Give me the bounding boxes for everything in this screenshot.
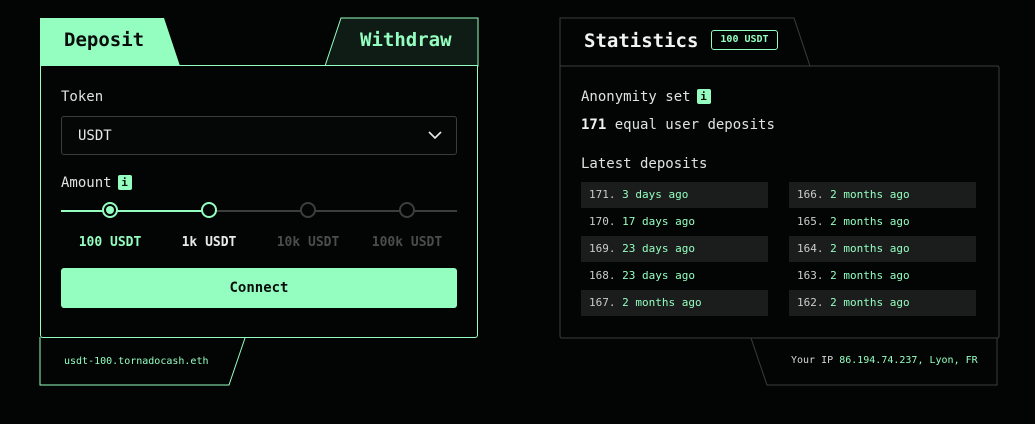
deposit-row: 171. 3 days ago bbox=[581, 182, 768, 208]
slider-track bbox=[209, 210, 457, 212]
deposit-number: 164. bbox=[797, 242, 824, 255]
deposit-age: 23 days ago bbox=[622, 242, 695, 255]
knob-selected-dot bbox=[106, 206, 114, 214]
ip-prefix: Your IP bbox=[791, 355, 834, 366]
deposit-age: 2 months ago bbox=[830, 188, 910, 201]
slider-track-active bbox=[61, 210, 209, 212]
deposit-number: 170. bbox=[589, 215, 616, 228]
amount-knob-10k[interactable] bbox=[300, 202, 316, 218]
deposit-age: 2 months ago bbox=[830, 296, 910, 309]
token-select-value: USDT bbox=[78, 128, 112, 144]
deposit-number: 163. bbox=[797, 269, 824, 282]
amount-option-label: 100k USDT bbox=[371, 235, 443, 250]
anonymity-row: Anonymity set i bbox=[581, 89, 711, 105]
deposit-row: 167. 2 months ago bbox=[581, 290, 768, 316]
ip-info: Your IP 86.194.74.237, Lyon, FR bbox=[791, 355, 978, 366]
amount-option-label: 10k USDT bbox=[276, 235, 340, 250]
tab-deposit[interactable]: Deposit bbox=[40, 18, 180, 66]
deposit-number: 169. bbox=[589, 242, 616, 255]
deposit-age: 23 days ago bbox=[622, 269, 695, 282]
amount-knob-100[interactable] bbox=[102, 202, 118, 218]
amount-knob-100k[interactable] bbox=[399, 202, 415, 218]
tab-deposit-label: Deposit bbox=[64, 29, 145, 51]
deposit-row: 170. 17 days ago bbox=[581, 209, 768, 235]
deposit-number: 168. bbox=[589, 269, 616, 282]
anonymity-count: 171 bbox=[581, 117, 607, 133]
statistics-title: Statistics bbox=[584, 30, 699, 52]
token-label: Token bbox=[61, 89, 104, 105]
amount-option-label[interactable]: 100 USDT bbox=[60, 235, 160, 250]
info-icon[interactable]: i bbox=[696, 89, 711, 104]
connect-button[interactable]: Connect bbox=[61, 268, 457, 308]
deposit-age: 2 months ago bbox=[830, 269, 910, 282]
deposit-row: 163. 2 months ago bbox=[789, 263, 976, 289]
deposit-row: 166. 2 months ago bbox=[789, 182, 976, 208]
deposit-row: 169. 23 days ago bbox=[581, 236, 768, 262]
ens-name: usdt-100.tornadocash.eth bbox=[64, 356, 209, 367]
anonymity-count-suffix: equal user deposits bbox=[614, 117, 775, 133]
amount-label-row: Amount i bbox=[61, 175, 132, 191]
tab-withdraw-label: Withdraw bbox=[360, 29, 452, 51]
anonymity-label: Anonymity set bbox=[581, 89, 691, 105]
deposit-row: 168. 23 days ago bbox=[581, 263, 768, 289]
deposit-age: 2 months ago bbox=[830, 215, 910, 228]
chevron-down-icon bbox=[428, 131, 442, 140]
deposit-number: 165. bbox=[797, 215, 824, 228]
deposit-age: 3 days ago bbox=[622, 188, 689, 201]
deposit-age: 17 days ago bbox=[622, 215, 695, 228]
deposit-number: 171. bbox=[589, 188, 616, 201]
anonymity-count-row: 171 equal user deposits bbox=[581, 117, 775, 133]
latest-deposits-label: Latest deposits bbox=[581, 156, 708, 172]
amount-badge: 100 USDT bbox=[711, 30, 778, 50]
amount-option-label[interactable]: 1k USDT bbox=[159, 235, 259, 250]
deposit-age: 2 months ago bbox=[830, 242, 910, 255]
amount-label: Amount bbox=[61, 175, 112, 191]
deposit-number: 162. bbox=[797, 296, 824, 309]
deposit-age: 2 months ago bbox=[622, 296, 702, 309]
deposit-row: 164. 2 months ago bbox=[789, 236, 976, 262]
deposit-number: 166. bbox=[797, 188, 824, 201]
deposit-row: 165. 2 months ago bbox=[789, 209, 976, 235]
ip-value: 86.194.74.237, Lyon, FR bbox=[839, 355, 978, 366]
amount-knob-1k[interactable] bbox=[201, 202, 217, 218]
token-select[interactable]: USDT bbox=[61, 116, 457, 155]
deposit-row: 162. 2 months ago bbox=[789, 290, 976, 316]
deposit-number: 167. bbox=[589, 296, 616, 309]
info-icon[interactable]: i bbox=[117, 175, 132, 190]
